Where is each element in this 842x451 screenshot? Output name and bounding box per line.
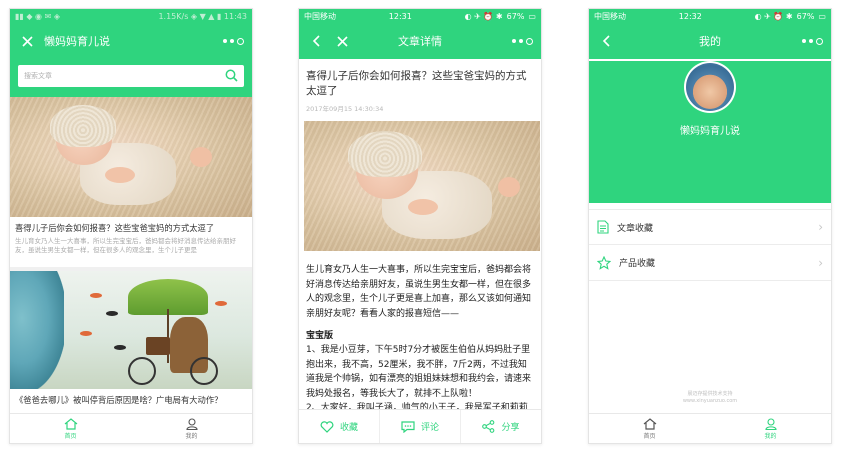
article-image — [10, 97, 252, 217]
comment-icon — [401, 420, 415, 433]
status-icons: ◐ ✈ ⏰ ✱ — [464, 11, 503, 21]
avatar[interactable] — [684, 61, 736, 113]
star-icon — [597, 255, 611, 270]
close-icon[interactable] — [333, 32, 351, 50]
battery-icon: ▭ — [528, 11, 536, 21]
status-bar: 中国移动 12:32 ◐ ✈ ⏰ ✱ 67% ▭ — [589, 9, 831, 23]
article-detail-screen: 中国移动 12:31 ◐ ✈ ⏰ ✱ 67% ▭ 文章详情 喜得儿子后你会如何报喜？… — [298, 8, 542, 444]
back-icon[interactable] — [307, 32, 325, 50]
document-icon — [597, 220, 609, 234]
tab-mine-label: 我的 — [764, 432, 777, 440]
favorite-button[interactable]: 收藏 — [299, 410, 380, 443]
chevron-right-icon: › — [818, 255, 823, 270]
article-title: 喜得儿子后你会如何报喜？这些宝爸宝妈的方式太逗了 — [15, 223, 215, 233]
profile-name: 懒妈妈育儿说 — [680, 126, 740, 137]
article-card[interactable]: 喜得儿子后你会如何报喜？这些宝爸宝妈的方式太逗了 生儿育女乃人生一大喜事，所以生… — [10, 97, 252, 267]
status-carrier: 中国移动 — [304, 11, 336, 21]
user-icon — [185, 417, 198, 430]
article-image — [10, 270, 252, 389]
home-icon — [64, 417, 77, 430]
more-menu-icon[interactable] — [512, 37, 533, 45]
status-carrier: 中国移动 — [594, 11, 626, 21]
page-title: 懒妈妈育儿说 — [44, 35, 110, 48]
status-left: ▮▮ ◆ ◉ ✉ ◈ — [15, 11, 60, 21]
article-title: 喜得儿子后你会如何报喜？这些宝爸宝妈的方式太逗了 — [306, 70, 527, 98]
share-icon — [482, 420, 495, 433]
share-label: 分享 — [501, 423, 520, 433]
tab-bar: 首页 我的 — [589, 413, 831, 443]
search-area — [10, 59, 252, 97]
home-icon — [643, 417, 656, 430]
tab-home-label: 首页 — [643, 432, 656, 440]
more-menu-icon[interactable] — [223, 37, 244, 45]
menu-item-article-favorites[interactable]: 文章收藏 › — [589, 209, 831, 245]
page-title: 我的 — [699, 35, 721, 48]
more-menu-icon[interactable] — [802, 37, 823, 45]
home-screen: ▮▮ ◆ ◉ ✉ ◈ 1.15K/s ◈ ▼ ▲ ▮ 11:43 懒妈妈育儿说 … — [9, 8, 253, 444]
back-icon[interactable] — [597, 32, 615, 50]
battery-icon: ▭ — [818, 11, 826, 21]
user-icon — [764, 417, 777, 430]
search-input[interactable] — [24, 72, 225, 80]
menu-item-label: 产品收藏 — [619, 259, 656, 269]
tab-home[interactable]: 首页 — [10, 414, 131, 443]
close-icon[interactable] — [18, 32, 36, 50]
status-time: 12:31 — [388, 11, 412, 21]
article-intro: 生儿育女乃人生一大喜事，所以生完宝宝后，爸妈都会将好消息传达给亲朋好友，虽说生男… — [306, 265, 532, 319]
tab-mine-label: 我的 — [185, 432, 198, 440]
status-icons: ◐ ✈ ⏰ ✱ — [754, 11, 793, 21]
comment-button[interactable]: 评论 — [380, 410, 461, 443]
tab-mine[interactable]: 我的 — [131, 414, 252, 443]
nav-bar: 懒妈妈育儿说 — [10, 23, 252, 59]
comment-label: 评论 — [420, 423, 439, 433]
profile-header: 懒妈妈育儿说 — [589, 61, 831, 203]
tab-home[interactable]: 首页 — [589, 414, 710, 443]
status-bar: 中国移动 12:31 ◐ ✈ ⏰ ✱ 67% ▭ — [299, 9, 541, 23]
nav-bar: 我的 — [589, 23, 831, 59]
article-date: 2017年09月15 14:30:34 — [306, 105, 384, 114]
status-time: 12:32 — [678, 11, 702, 21]
tab-home-label: 首页 — [64, 432, 77, 440]
profile-screen: 中国移动 12:32 ◐ ✈ ⏰ ✱ 67% ▭ 我的 懒妈妈育儿说 文章收藏 › … — [588, 8, 832, 444]
status-bar: ▮▮ ◆ ◉ ✉ ◈ 1.15K/s ◈ ▼ ▲ ▮ 11:43 — [10, 9, 252, 23]
menu-item-label: 文章收藏 — [617, 223, 654, 234]
heart-icon — [320, 420, 334, 433]
search-box — [18, 65, 244, 87]
footer-line-1: 晨迈存提供技术支持 — [687, 391, 733, 397]
share-button[interactable]: 分享 — [461, 410, 541, 443]
footer-line-2: www.xinyuanzuo.com — [682, 398, 738, 404]
footer-note: 晨迈存提供技术支持 www.xinyuanzuo.com — [589, 391, 831, 405]
status-right: 1.15K/s ◈ ▼ ▲ ▮ 11:43 — [158, 11, 247, 21]
status-battery: 67% — [506, 11, 525, 21]
status-battery: 67% — [796, 11, 815, 21]
favorite-label: 收藏 — [339, 423, 358, 433]
action-bar: 收藏 评论 分享 — [299, 409, 541, 443]
section-title: 宝宝版 — [306, 331, 334, 341]
chevron-right-icon: › — [818, 220, 823, 234]
nav-bar: 文章详情 — [299, 23, 541, 59]
menu-item-product-favorites[interactable]: 产品收藏 › — [589, 245, 831, 281]
search-icon[interactable] — [225, 67, 238, 86]
tab-bar: 首页 我的 — [10, 413, 252, 443]
article-card[interactable]: 《爸爸去哪儿》被叫停背后原因是啥？广电局有大动作？ — [10, 270, 252, 409]
article-body: 生儿育女乃人生一大喜事，所以生完宝宝后，爸妈都会将好消息传达给亲朋好友，虽说生男… — [299, 251, 541, 429]
tab-mine[interactable]: 我的 — [710, 414, 831, 443]
article-title: 《爸爸去哪儿》被叫停背后原因是啥？广电局有大动作？ — [15, 394, 223, 405]
article-excerpt: 生儿育女乃人生一大喜事，所以生完宝宝后，爸妈都会将好消息传达给亲朋好友，虽说生男… — [15, 236, 236, 255]
article-image — [304, 121, 540, 252]
